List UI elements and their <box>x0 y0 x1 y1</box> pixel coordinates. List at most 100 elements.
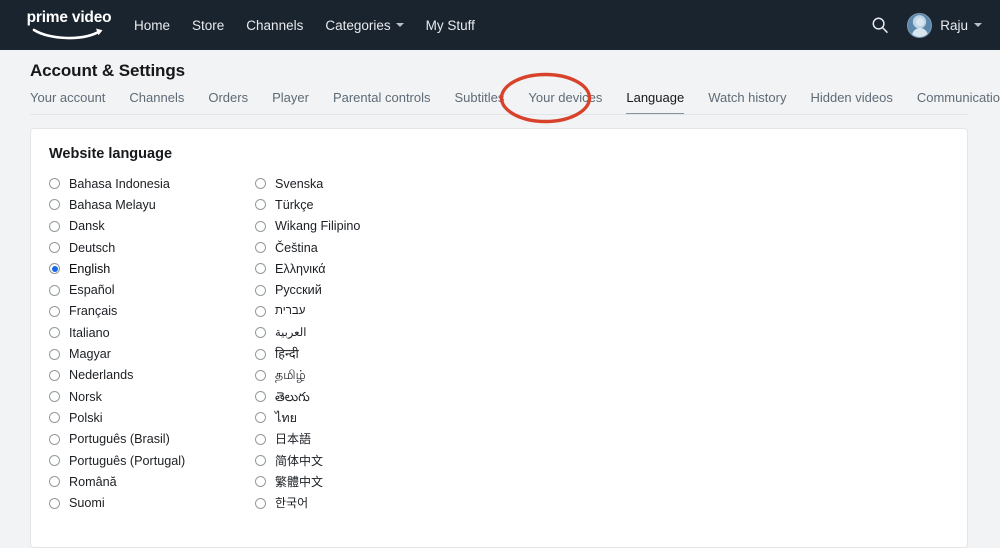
tab-language[interactable]: Language <box>626 90 684 114</box>
username-label[interactable]: Raju <box>940 18 968 33</box>
language-column-1: Bahasa Indonesia Bahasa Melayu Dansk Deu… <box>49 173 255 514</box>
website-language-card: Website language Bahasa Indonesia Bahasa… <box>30 128 968 548</box>
nav-link-home[interactable]: Home <box>134 18 170 33</box>
language-option-italiano[interactable]: Italiano <box>49 322 255 343</box>
language-option-english[interactable]: English <box>49 258 255 279</box>
language-option-simplified-chinese[interactable]: 简体中文 <box>255 450 461 471</box>
language-option-arabic[interactable]: العربية <box>255 322 461 343</box>
tab-your-devices[interactable]: Your devices <box>528 90 602 114</box>
radio-icon[interactable] <box>255 433 266 445</box>
nav-link-my-stuff-label: My Stuff <box>425 17 475 33</box>
radio-icon[interactable] <box>49 391 60 403</box>
tab-orders-label: Orders <box>208 90 249 105</box>
radio-icon[interactable] <box>49 305 60 317</box>
language-label: Español <box>69 283 115 298</box>
radio-icon[interactable] <box>255 348 266 360</box>
radio-icon[interactable] <box>255 242 266 254</box>
radio-icon[interactable] <box>49 178 60 190</box>
tab-orders[interactable]: Orders <box>208 90 248 114</box>
radio-icon[interactable] <box>49 412 60 424</box>
nav-link-store-label: Store <box>192 17 225 33</box>
language-label: 繁體中文 <box>275 474 324 489</box>
language-option-tamil[interactable]: தமிழ் <box>255 365 461 386</box>
tab-hidden-videos[interactable]: Hidden videos <box>810 90 892 114</box>
radio-icon[interactable] <box>49 455 60 466</box>
tab-subtitles[interactable]: Subtitles <box>455 90 505 114</box>
radio-icon[interactable] <box>255 369 266 381</box>
radio-icon[interactable] <box>49 497 60 509</box>
language-option-suomi[interactable]: Suomi <box>49 492 255 513</box>
radio-icon[interactable] <box>255 391 266 403</box>
language-option-thai[interactable]: ไทย <box>255 407 461 428</box>
language-option-deutsch[interactable]: Deutsch <box>49 237 255 258</box>
radio-icon[interactable] <box>255 284 266 296</box>
language-option-bahasa-indonesia[interactable]: Bahasa Indonesia <box>49 173 255 194</box>
tab-parental-controls[interactable]: Parental controls <box>333 90 431 114</box>
radio-icon[interactable] <box>255 199 266 211</box>
language-option-espanol[interactable]: Español <box>49 279 255 300</box>
radio-icon[interactable] <box>49 242 60 254</box>
tab-player[interactable]: Player <box>272 90 309 114</box>
language-option-turkce[interactable]: Türkçe <box>255 194 461 215</box>
language-label: Ελληνικά <box>275 261 326 276</box>
language-option-cestina[interactable]: Čeština <box>255 237 461 258</box>
chevron-down-icon[interactable] <box>974 23 982 27</box>
radio-icon[interactable] <box>49 199 60 211</box>
language-option-hindi[interactable]: हिन्दी <box>255 343 461 364</box>
language-option-wikang-filipino[interactable]: Wikang Filipino <box>255 216 461 237</box>
language-option-norsk[interactable]: Norsk <box>49 386 255 407</box>
nav-link-categories[interactable]: Categories <box>325 18 404 33</box>
tab-parental-controls-label: Parental controls <box>332 90 431 105</box>
language-option-russian[interactable]: Русский <box>255 279 461 300</box>
language-option-portugues-brasil[interactable]: Português (Brasil) <box>49 429 255 450</box>
radio-icon[interactable] <box>49 433 60 445</box>
language-option-romana[interactable]: Română <box>49 471 255 492</box>
radio-icon-selected[interactable] <box>49 263 60 275</box>
language-option-telugu[interactable]: తెలుగు <box>255 386 461 407</box>
radio-icon[interactable] <box>255 327 266 339</box>
nav-link-channels[interactable]: Channels <box>246 18 303 33</box>
radio-icon[interactable] <box>255 497 266 509</box>
radio-icon[interactable] <box>255 412 266 424</box>
nav-link-my-stuff[interactable]: My Stuff <box>426 18 475 33</box>
language-option-greek[interactable]: Ελληνικά <box>255 258 461 279</box>
tab-communications[interactable]: Communications <box>917 90 1000 114</box>
language-option-nederlands[interactable]: Nederlands <box>49 365 255 386</box>
tab-subtitles-label: Subtitles <box>454 90 505 105</box>
radio-icon[interactable] <box>255 305 266 317</box>
radio-icon[interactable] <box>49 327 60 339</box>
language-option-dansk[interactable]: Dansk <box>49 216 255 237</box>
language-option-polski[interactable]: Polski <box>49 407 255 428</box>
radio-icon[interactable] <box>255 263 266 275</box>
nav-link-store[interactable]: Store <box>192 18 224 33</box>
radio-icon[interactable] <box>49 369 60 381</box>
language-option-japanese[interactable]: 日本語 <box>255 429 461 450</box>
radio-icon[interactable] <box>49 284 60 296</box>
language-option-svenska[interactable]: Svenska <box>255 173 461 194</box>
tab-watch-history[interactable]: Watch history <box>708 90 786 114</box>
language-option-traditional-chinese[interactable]: 繁體中文 <box>255 471 461 492</box>
language-option-francais[interactable]: Français <box>49 301 255 322</box>
language-label: Română <box>69 474 117 489</box>
radio-icon[interactable] <box>49 476 60 488</box>
language-option-magyar[interactable]: Magyar <box>49 343 255 364</box>
language-option-korean[interactable]: 한국어 <box>255 492 461 513</box>
search-icon[interactable] <box>871 16 889 34</box>
language-label: ไทย <box>275 410 298 425</box>
language-option-hebrew[interactable]: עברית <box>255 301 461 322</box>
language-option-bahasa-melayu[interactable]: Bahasa Melayu <box>49 194 255 215</box>
tab-channels[interactable]: Channels <box>129 90 184 114</box>
avatar[interactable] <box>907 12 933 38</box>
tab-watch-history-label: Watch history <box>708 90 787 105</box>
radio-icon[interactable] <box>49 348 60 360</box>
tab-channels-label: Channels <box>129 90 185 105</box>
language-option-portugues-portugal[interactable]: Português (Portugal) <box>49 450 255 471</box>
radio-icon[interactable] <box>255 455 266 466</box>
radio-icon[interactable] <box>255 178 266 190</box>
radio-icon[interactable] <box>255 476 266 488</box>
nav-link-channels-label: Channels <box>246 17 304 33</box>
tab-your-account[interactable]: Your account <box>30 90 105 114</box>
prime-video-logo[interactable]: prime video <box>26 8 112 42</box>
radio-icon[interactable] <box>255 220 266 232</box>
radio-icon[interactable] <box>49 220 60 232</box>
